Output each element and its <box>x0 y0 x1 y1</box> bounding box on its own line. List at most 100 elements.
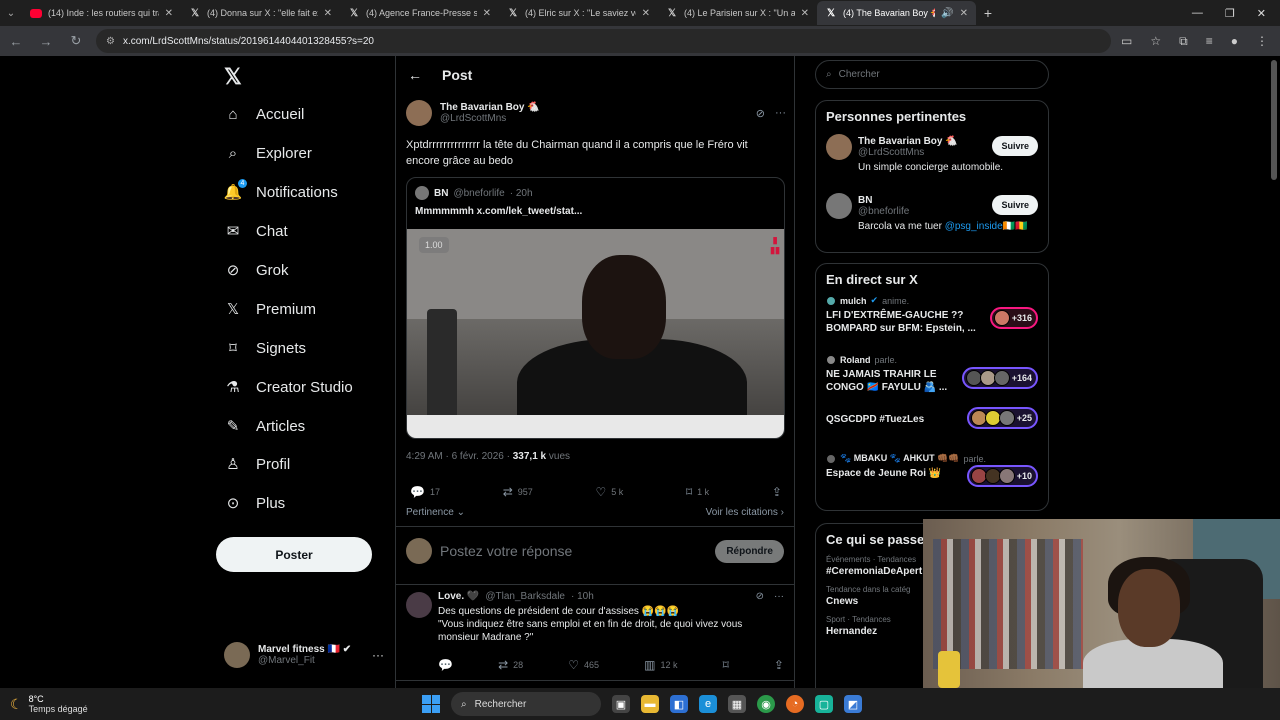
share-button[interactable]: ⇪ <box>772 485 782 499</box>
nav-item-bookmarks[interactable]: ⌑ Signets <box>224 334 306 362</box>
listener-pill[interactable]: +25 <box>966 407 1038 429</box>
browser-tab[interactable]: 𝕏 (4) Donna sur X : "elle fait expr ✕ <box>181 1 340 25</box>
more-icon[interactable]: ··· <box>775 107 786 120</box>
scrollbar-thumb[interactable] <box>1271 60 1277 180</box>
like-button[interactable]: ♡ 465 <box>568 658 599 672</box>
reply-input[interactable]: Postez votre réponse <box>440 543 707 559</box>
author-name[interactable]: The Bavarian Boy 🐔 <box>440 102 540 113</box>
grok-icon[interactable]: ⊘ <box>756 591 764 602</box>
repost-button[interactable]: ⇄ 957 <box>503 485 533 499</box>
forward-icon[interactable]: → <box>36 34 56 49</box>
nav-item-premium[interactable]: 𝕏 Premium <box>224 295 316 323</box>
url-input[interactable]: ⚙ x.com/LrdScottMns/status/2019614404401… <box>96 29 1112 53</box>
reply-button[interactable]: 💬 17 <box>410 485 440 499</box>
listener-pill[interactable]: +316 <box>989 307 1038 329</box>
close-icon[interactable]: ✕ <box>165 8 173 19</box>
audio-icon[interactable]: 🔊 <box>941 8 953 19</box>
file-explorer-icon[interactable]: ▬ <box>641 695 659 713</box>
close-icon[interactable]: ✕ <box>642 8 650 19</box>
sort-dropdown[interactable]: Pertinence ⌄ <box>406 507 465 518</box>
live-space[interactable]: 🐾 MBAKU 🐾 AHKUT 👊🏾👊🏾 parle. Espace de Jeu… <box>816 453 1048 493</box>
avatar[interactable] <box>406 100 432 126</box>
store-icon[interactable]: ◧ <box>670 695 688 713</box>
person-card[interactable]: The Bavarian Boy 🐔 @LrdScottMns Un simpl… <box>816 132 1048 191</box>
task-view-icon[interactable]: ▣ <box>612 695 630 713</box>
extensions-icon[interactable]: ⧉ <box>1179 34 1188 49</box>
reply-author-handle[interactable]: @Tlan_Barksdale <box>485 591 565 602</box>
close-icon[interactable]: ✕ <box>483 8 491 19</box>
repost-button[interactable]: ⇄ 28 <box>498 658 523 672</box>
new-tab-button[interactable]: + <box>976 5 1000 21</box>
like-button[interactable]: ♡ 5 k <box>596 485 624 499</box>
playback-speed[interactable]: 1.00 <box>419 237 449 253</box>
bookmark-button[interactable]: ⌑ 1 k <box>686 485 709 499</box>
post-button[interactable]: Poster <box>216 537 372 572</box>
bookmark-button[interactable]: ⌑ <box>723 658 729 672</box>
browser-tab[interactable]: (14) Inde : les routiers qui trans ✕ <box>22 1 181 25</box>
more-icon[interactable]: ··· <box>774 591 784 602</box>
nav-item-articles[interactable]: ✎ Articles <box>224 412 305 440</box>
listener-pill[interactable]: +164 <box>961 367 1038 389</box>
tab-search-icon[interactable]: ⌄ <box>0 2 22 24</box>
site-info-icon[interactable]: ⚙ <box>106 36 115 47</box>
nav-item-home[interactable]: ⌂ Accueil <box>224 100 304 128</box>
nav-item-more[interactable]: ⊙ Plus <box>224 489 285 517</box>
more-icon[interactable]: ··· <box>372 648 384 662</box>
live-space[interactable]: Roland parle. NE JAMAIS TRAHIR LE CONGO 🇨… <box>816 355 1048 413</box>
view-quotes-link[interactable]: Voir les citations › <box>706 507 784 518</box>
nav-item-notifications[interactable]: 🔔 4 Notifications <box>224 178 338 206</box>
minimize-icon[interactable]: — <box>1192 7 1203 20</box>
follow-button[interactable]: Suivre <box>992 136 1038 156</box>
nav-item-grok[interactable]: ⊘ Grok <box>224 256 289 284</box>
weather-widget[interactable]: ☾ 8°C Temps dégagé <box>0 694 200 714</box>
taskbar-search[interactable]: ⌕ Rechercher <box>451 692 601 716</box>
person-card[interactable]: BN @bneforlife Barcola va me tuer @psg_i… <box>816 191 1048 250</box>
close-icon[interactable]: ✕ <box>324 8 332 19</box>
edge-icon[interactable]: e <box>699 695 717 713</box>
follow-button[interactable]: Suivre <box>992 195 1038 215</box>
reload-icon[interactable]: ↻ <box>66 33 86 49</box>
windows-start-icon[interactable] <box>422 695 440 713</box>
chrome-icon[interactable]: ◉ <box>757 695 775 713</box>
reply-author-name[interactable]: Love. 🖤 <box>438 591 479 602</box>
live-space[interactable]: mulch ✔ anime. LFI D'EXTRÊME-GAUCHE ?? BOM… <box>816 295 1048 355</box>
quoted-post[interactable]: BN @bneforlife · 20h Mmmmmmh x.com/lek_t… <box>406 177 785 439</box>
app-icon[interactable]: ▦ <box>728 695 746 713</box>
nav-item-explore[interactable]: ⌕ Explorer <box>224 139 312 167</box>
app-icon[interactable]: ◩ <box>844 695 862 713</box>
back-arrow-icon[interactable]: ← <box>408 67 422 83</box>
browser-tab-active[interactable]: 𝕏 (4) The Bavarian Boy 🐔 sur 🔊 ✕ <box>817 1 976 25</box>
close-icon[interactable]: ✕ <box>801 8 809 19</box>
nav-item-creator-studio[interactable]: ⚗ Creator Studio <box>224 373 352 401</box>
reply-submit-button[interactable]: Répondre <box>715 539 784 563</box>
share-button[interactable]: ⇪ <box>774 658 784 672</box>
close-icon[interactable]: ✕ <box>960 8 968 19</box>
reply-button[interactable]: 💬 <box>438 658 453 672</box>
browser-tab[interactable]: 𝕏 (4) Le Parisien sur X : "Un agent ✕ <box>658 1 817 25</box>
nav-item-profile[interactable]: ♙ Profil <box>224 450 290 478</box>
firefox-icon[interactable]: ◔ <box>786 695 804 713</box>
account-switcher[interactable]: Marvel fitness 🇫🇷 ✔ @Marvel_Fit ··· <box>224 642 384 668</box>
video-player[interactable]: 1.00 ▮ ▮▮ <box>407 229 784 438</box>
avatar[interactable] <box>406 592 432 618</box>
back-icon[interactable]: ← <box>6 34 26 49</box>
listener-pill[interactable]: +10 <box>966 465 1038 487</box>
restore-icon[interactable]: ❐ <box>1225 7 1235 20</box>
browser-tab[interactable]: 𝕏 (4) Agence France-Presse sur X ✕ <box>340 1 499 25</box>
nav-item-chat[interactable]: ✉ Chat <box>224 217 288 245</box>
menu-icon[interactable]: ⋮ <box>1256 34 1268 49</box>
close-window-icon[interactable]: ✕ <box>1257 7 1266 20</box>
app-icon[interactable]: ▢ <box>815 695 833 713</box>
live-space[interactable]: QSGCDPD #TuezLes +25 <box>816 407 1048 453</box>
views-button[interactable]: ▥ 12 k <box>644 658 677 672</box>
browser-tab[interactable]: 𝕏 (4) Elric sur X : "Le saviez vous? ✕ <box>499 1 658 25</box>
search-input[interactable]: ⌕ Chercher <box>815 60 1049 89</box>
cast-icon[interactable]: ▭ <box>1121 34 1132 49</box>
star-icon[interactable]: ☆ <box>1150 34 1161 49</box>
x-logo-icon[interactable]: 𝕏 <box>224 64 242 90</box>
sidepanel-icon[interactable]: ≡ <box>1206 34 1213 49</box>
grok-icon[interactable]: ⊘ <box>756 107 765 120</box>
profile-icon[interactable]: ● <box>1231 34 1238 49</box>
author-handle[interactable]: @LrdScottMns <box>440 113 540 124</box>
reply-post[interactable]: Love. 🖤 @Tlan_Barksdale · 10h ⊘ ··· Des q… <box>406 591 784 672</box>
